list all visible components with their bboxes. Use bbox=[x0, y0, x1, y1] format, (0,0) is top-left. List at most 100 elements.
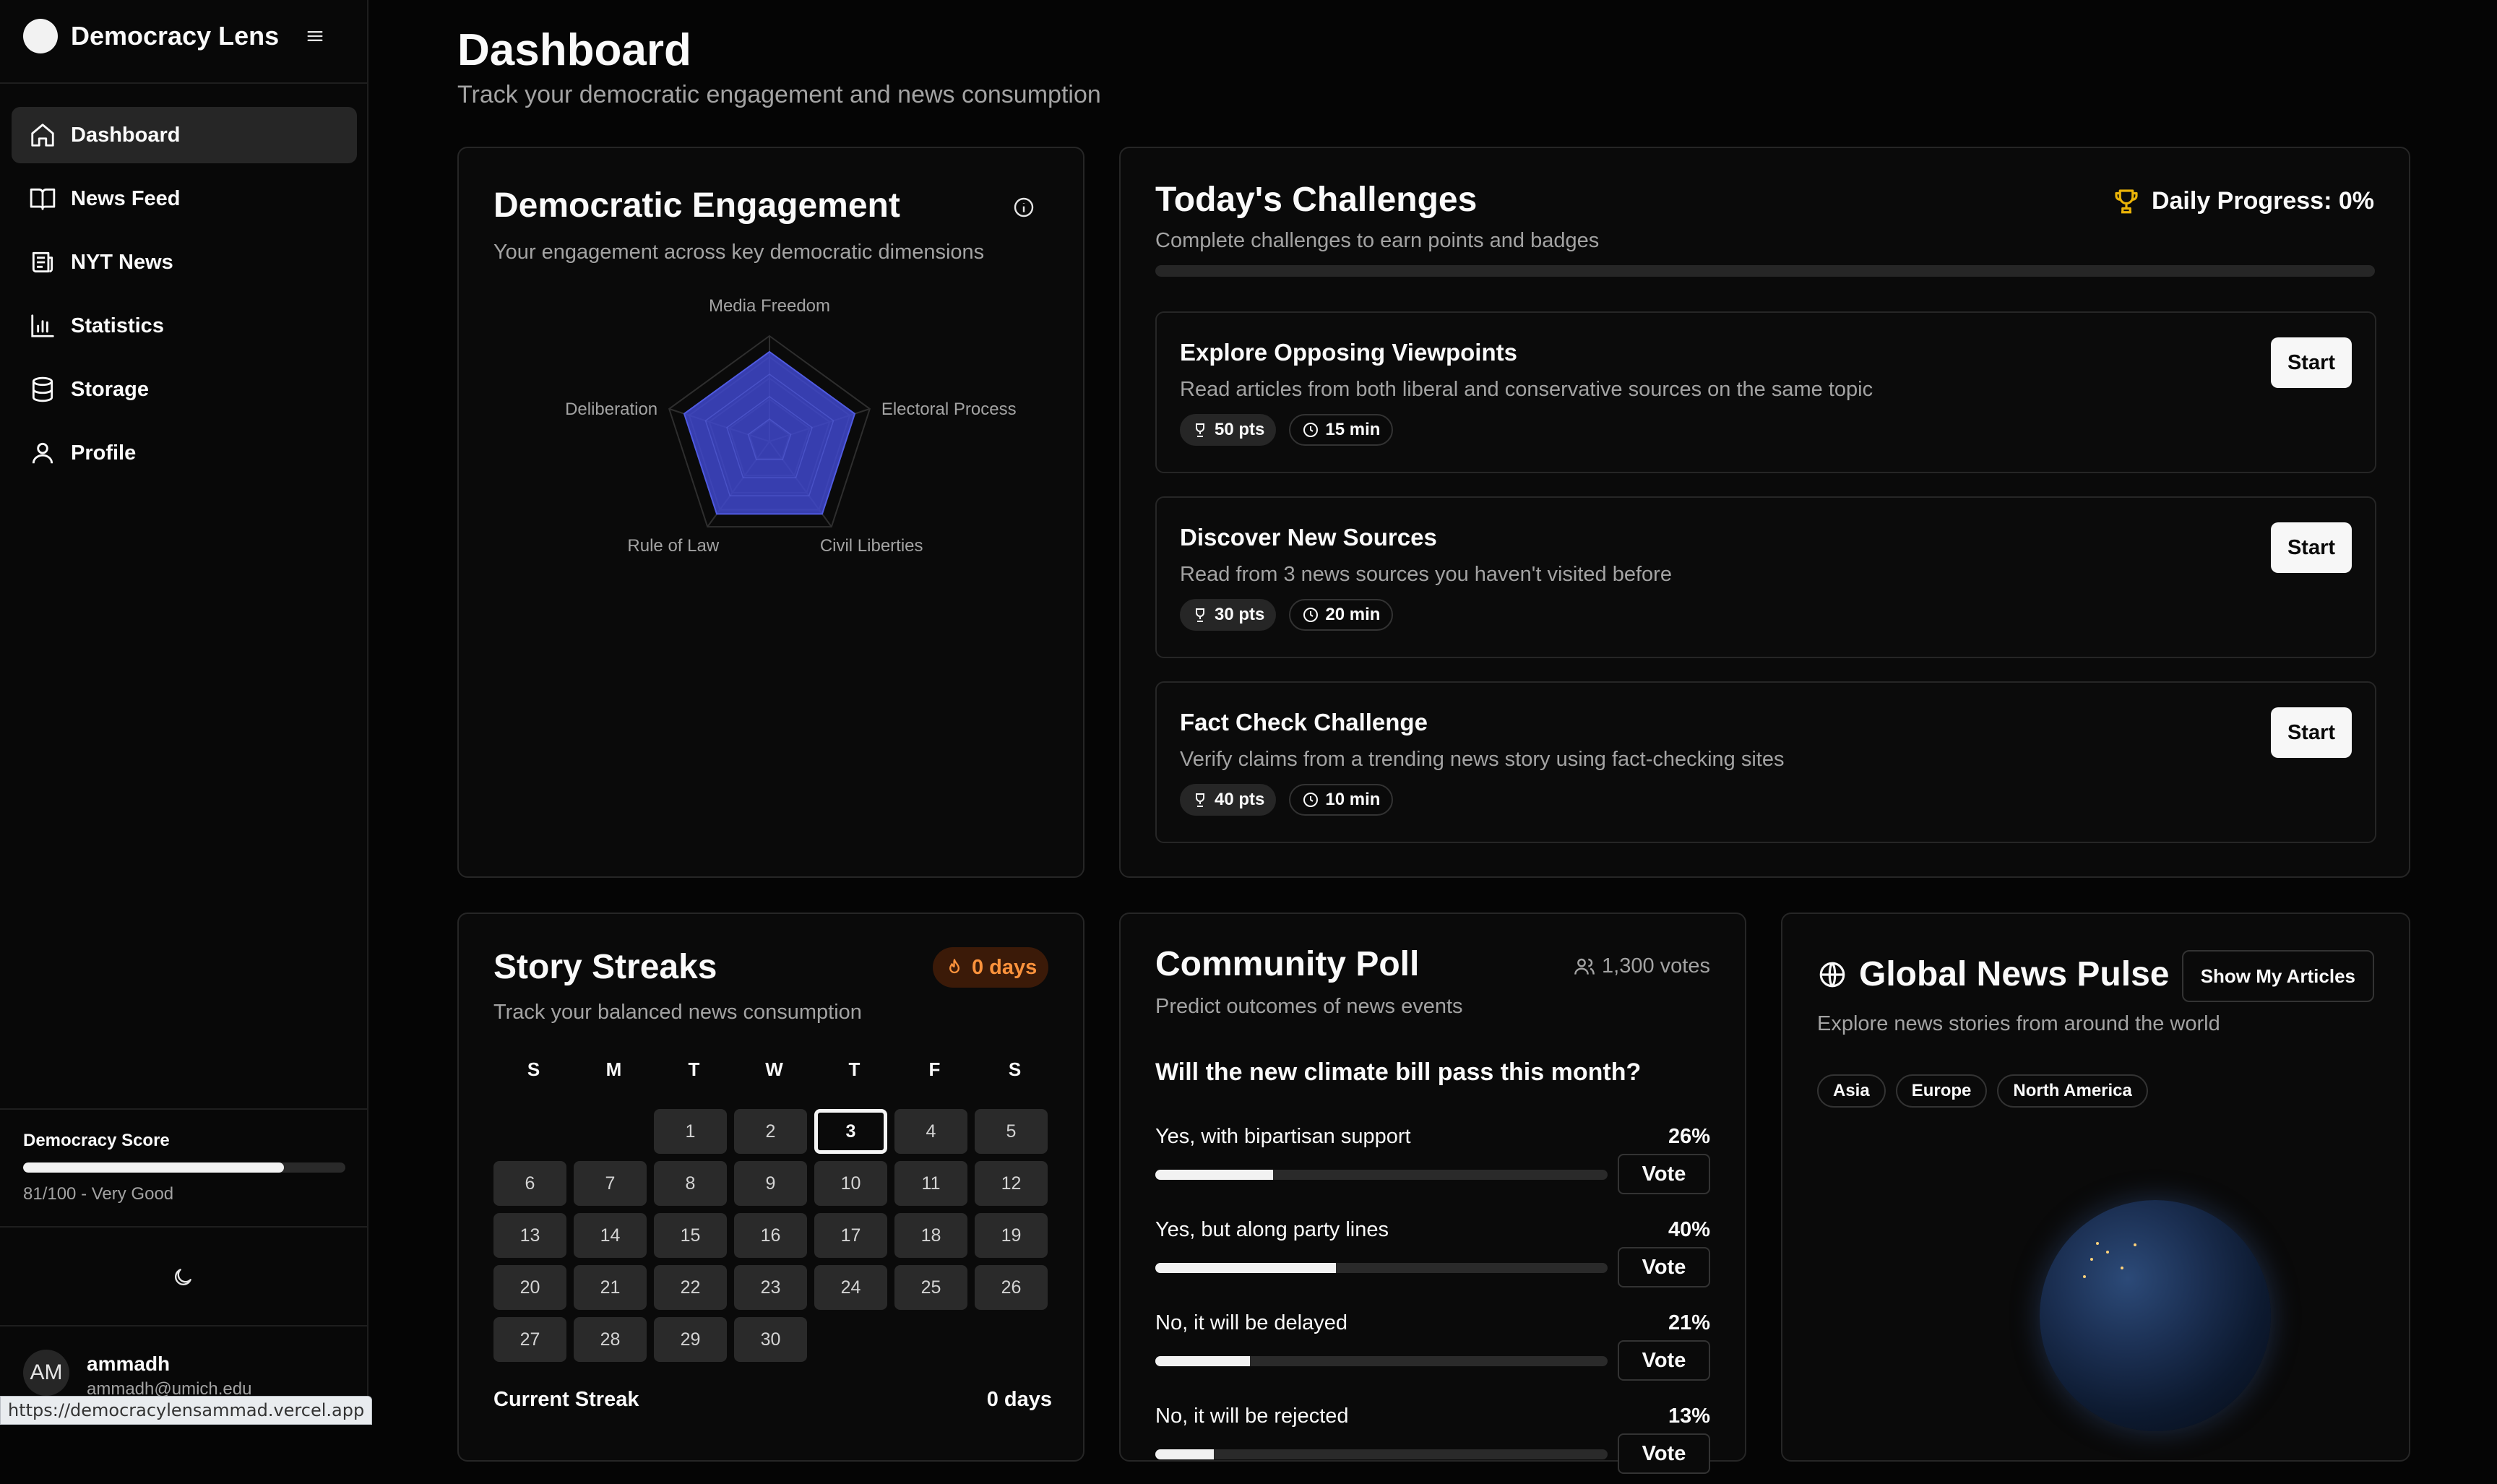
calendar-day[interactable]: 7 bbox=[574, 1161, 647, 1206]
status-bar-url: https://democracylensammad.vercel.app bbox=[0, 1396, 373, 1425]
region-filter-chip[interactable]: North America bbox=[1997, 1074, 2148, 1108]
calendar-day[interactable]: 17 bbox=[814, 1213, 887, 1258]
poll-subtitle: Predict outcomes of news events bbox=[1155, 995, 1463, 1018]
earth-globe[interactable] bbox=[2040, 1200, 2271, 1431]
poll-option-label: No, it will be delayed bbox=[1155, 1311, 1347, 1334]
region-filter-chip[interactable]: Asia bbox=[1817, 1074, 1886, 1108]
points-value: 40 pts bbox=[1215, 790, 1265, 809]
trophy-icon bbox=[1196, 423, 1204, 437]
sidebar-nav: Dashboard News Feed NYT News Statistics … bbox=[12, 107, 357, 488]
start-button[interactable]: Start bbox=[2271, 522, 2352, 573]
calendar-day[interactable]: 1 bbox=[654, 1109, 727, 1154]
sidebar-divider bbox=[0, 82, 367, 84]
streaks-subtitle: Track your balanced news consumption bbox=[493, 1001, 862, 1024]
region-filter-chip[interactable]: Europe bbox=[1895, 1074, 1988, 1108]
calendar-day[interactable]: 8 bbox=[654, 1161, 727, 1206]
daily-progress-bar bbox=[1155, 265, 2375, 277]
city-light bbox=[2096, 1242, 2099, 1245]
sidebar-item-news-feed[interactable]: News Feed bbox=[12, 171, 357, 227]
calendar-day[interactable]: 27 bbox=[493, 1317, 566, 1362]
calendar-day[interactable]: 15 bbox=[654, 1213, 727, 1258]
calendar-day[interactable]: 19 bbox=[975, 1213, 1048, 1258]
calendar-day[interactable]: 13 bbox=[493, 1213, 566, 1258]
clock-icon bbox=[1303, 793, 1319, 807]
vote-button[interactable]: Vote bbox=[1618, 1247, 1710, 1287]
poll-question: Will the new climate bill pass this mont… bbox=[1155, 1058, 1642, 1086]
weekday-label: T bbox=[848, 1058, 861, 1080]
globe-icon bbox=[1819, 962, 1845, 987]
info-icon[interactable] bbox=[1012, 196, 1035, 219]
sidebar-item-label: Statistics bbox=[71, 314, 164, 337]
clock-icon bbox=[1303, 608, 1319, 622]
story-streaks-card: Story Streaks Track your balanced news c… bbox=[457, 913, 1084, 1462]
calendar-day[interactable]: 29 bbox=[654, 1317, 727, 1362]
sidebar-item-statistics[interactable]: Statistics bbox=[12, 298, 357, 354]
points-value: 30 pts bbox=[1215, 605, 1265, 624]
current-streak: Current Streak 0 days bbox=[493, 1388, 1052, 1412]
calendar-day[interactable]: 2 bbox=[734, 1109, 807, 1154]
sidebar-item-dashboard[interactable]: Dashboard bbox=[12, 107, 357, 163]
poll-option-label: No, it will be rejected bbox=[1155, 1405, 1349, 1428]
sidebar-item-label: NYT News bbox=[71, 250, 173, 274]
sidebar-item-profile[interactable]: Profile bbox=[12, 425, 357, 481]
global-subtitle: Explore news stories from around the wor… bbox=[1817, 1012, 2220, 1035]
poll-title: Community Poll bbox=[1155, 945, 1420, 983]
theme-toggle-moon-icon[interactable] bbox=[166, 1261, 199, 1294]
calendar-day[interactable]: 4 bbox=[894, 1109, 967, 1154]
brand: Democracy Lens bbox=[23, 19, 355, 53]
calendar-day[interactable]: 9 bbox=[734, 1161, 807, 1206]
calendar-day[interactable]: 12 bbox=[975, 1161, 1048, 1206]
poll-option: No, it will be rejected 13% Vote bbox=[1155, 1405, 1710, 1484]
calendar-grid: 1 2 3 4 5 6 7 8 9 10 11 12 13 14 15 16 17 18 19 20 21 22 23 24 2… bbox=[493, 1109, 1055, 1362]
sidebar-item-label: News Feed bbox=[71, 186, 181, 210]
weekday-label: S bbox=[527, 1058, 540, 1080]
points-badge: 30 pts bbox=[1180, 599, 1277, 631]
sidebar-item-label: Profile bbox=[71, 441, 137, 465]
calendar-day[interactable]: 10 bbox=[814, 1161, 887, 1206]
calendar-day[interactable]: 6 bbox=[493, 1161, 566, 1206]
sidebar-item-label: Storage bbox=[71, 377, 149, 401]
city-light bbox=[2083, 1275, 2086, 1278]
menu-icon[interactable] bbox=[303, 25, 327, 48]
poll-option-fill bbox=[1155, 1263, 1337, 1273]
calendar-day[interactable]: 28 bbox=[574, 1317, 647, 1362]
calendar-day[interactable]: 30 bbox=[734, 1317, 807, 1362]
vote-button[interactable]: Vote bbox=[1618, 1154, 1710, 1194]
challenges-card: Today's Challenges Complete challenges t… bbox=[1119, 147, 2410, 878]
calendar-day[interactable]: 18 bbox=[894, 1213, 967, 1258]
challenge-description: Verify claims from a trending news story… bbox=[1180, 748, 1785, 771]
calendar-day[interactable]: 25 bbox=[894, 1265, 967, 1310]
democracy-score: Democracy Score 81/100 - Very Good bbox=[23, 1131, 348, 1204]
calendar-day[interactable]: 26 bbox=[975, 1265, 1048, 1310]
calendar-day[interactable]: 11 bbox=[894, 1161, 967, 1206]
engagement-subtitle: Your engagement across key democratic di… bbox=[493, 241, 985, 264]
votes-count: 1,300 votes bbox=[1573, 954, 1710, 978]
users-icon bbox=[1574, 958, 1595, 975]
calendar-day[interactable]: 5 bbox=[975, 1109, 1048, 1154]
radar-chart: Media Freedom Electoral Process Civil Libe… bbox=[565, 296, 1017, 556]
vote-button[interactable]: Vote bbox=[1618, 1433, 1710, 1474]
challenge-card: Fact Check Challenge Verify claims from … bbox=[1155, 681, 2376, 843]
calendar-day[interactable]: 24 bbox=[814, 1265, 887, 1310]
challenge-description: Read articles from both liberal and cons… bbox=[1180, 378, 1873, 401]
poll-option-label: Yes, with bipartisan support bbox=[1155, 1125, 1411, 1148]
calendar-day[interactable]: 16 bbox=[734, 1213, 807, 1258]
show-my-articles-button[interactable]: Show My Articles bbox=[2181, 950, 2374, 1002]
start-button[interactable]: Start bbox=[2271, 707, 2352, 758]
calendar-day-today[interactable]: 3 bbox=[814, 1109, 887, 1154]
time-badge: 10 min bbox=[1289, 784, 1394, 816]
calendar-day[interactable]: 22 bbox=[654, 1265, 727, 1310]
engagement-title: Democratic Engagement bbox=[493, 186, 900, 225]
radar-axis-label: Civil Liberties bbox=[820, 536, 923, 556]
democracy-score-label: Democracy Score bbox=[23, 1131, 170, 1150]
calendar-day[interactable]: 23 bbox=[734, 1265, 807, 1310]
sidebar-item-storage[interactable]: Storage bbox=[12, 361, 357, 418]
sidebar-divider bbox=[0, 1226, 367, 1228]
vote-button[interactable]: Vote bbox=[1618, 1340, 1710, 1381]
calendar-day[interactable]: 20 bbox=[493, 1265, 566, 1310]
calendar-day[interactable]: 14 bbox=[574, 1213, 647, 1258]
calendar-day[interactable]: 21 bbox=[574, 1265, 647, 1310]
start-button[interactable]: Start bbox=[2271, 337, 2352, 388]
user-profile[interactable]: AM ammadh ammadh@umich.edu bbox=[23, 1350, 251, 1400]
sidebar-item-nyt-news[interactable]: NYT News bbox=[12, 234, 357, 290]
